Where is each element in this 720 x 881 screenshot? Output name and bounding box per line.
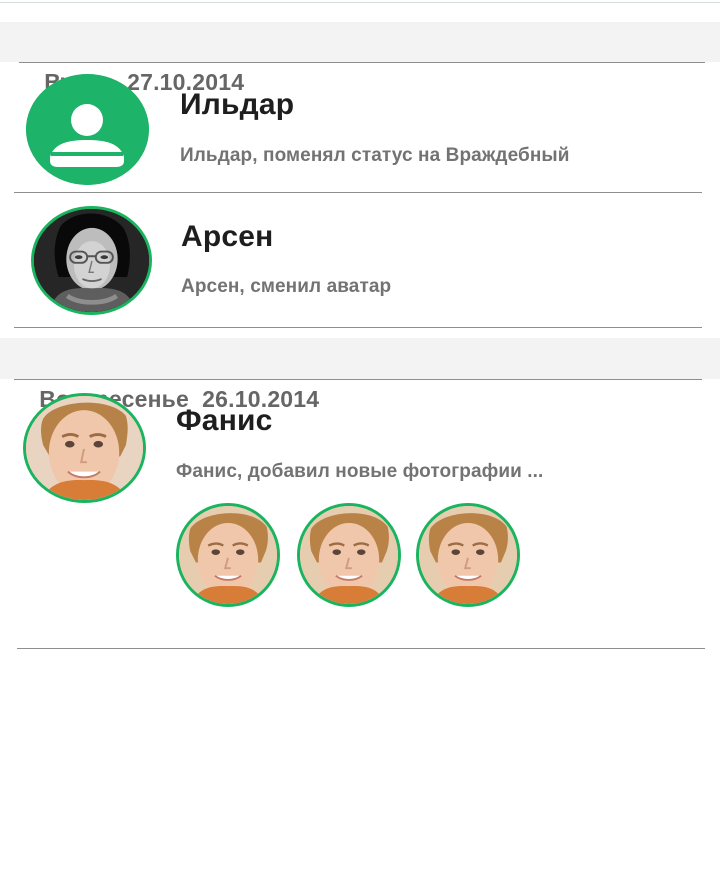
top-divider xyxy=(0,2,720,3)
feed-item-ildar[interactable]: Ильдар Ильдар, поменял статус на Враждеб… xyxy=(0,63,720,192)
date-header-sunday: Воскресенье 26.10.2014 xyxy=(0,338,720,412)
portrait-photo xyxy=(179,506,277,604)
avatar[interactable] xyxy=(31,206,152,315)
feed-item-divider xyxy=(14,327,702,328)
portrait-photo xyxy=(34,209,149,312)
date-header-yesterday: Вчера 27.10.2014 xyxy=(0,22,720,95)
portrait-photo xyxy=(300,506,398,604)
photo-thumbnail[interactable] xyxy=(297,503,401,607)
message-arsen: Арсен, сменил аватар xyxy=(181,276,392,297)
feed-item-divider xyxy=(17,648,705,649)
avatar[interactable] xyxy=(26,74,149,185)
name-arsen: Арсен xyxy=(181,220,274,253)
name-ildar: Ильдар xyxy=(180,88,295,121)
portrait-photo xyxy=(26,396,143,500)
avatar[interactable] xyxy=(23,393,146,503)
default-user-icon xyxy=(26,74,149,185)
message-fanis: Фанис, добавил новые фотографии ... xyxy=(176,461,544,482)
message-ildar: Ильдар, поменял статус на Враждебный xyxy=(180,145,570,166)
photo-thumbnails xyxy=(176,503,522,607)
feed-item-arsen[interactable]: Арсен Арсен, сменил аватар xyxy=(0,193,720,327)
photo-thumbnail[interactable] xyxy=(176,503,280,607)
portrait-photo xyxy=(419,506,517,604)
name-fanis: Фанис xyxy=(176,404,273,437)
photo-thumbnail[interactable] xyxy=(416,503,520,607)
